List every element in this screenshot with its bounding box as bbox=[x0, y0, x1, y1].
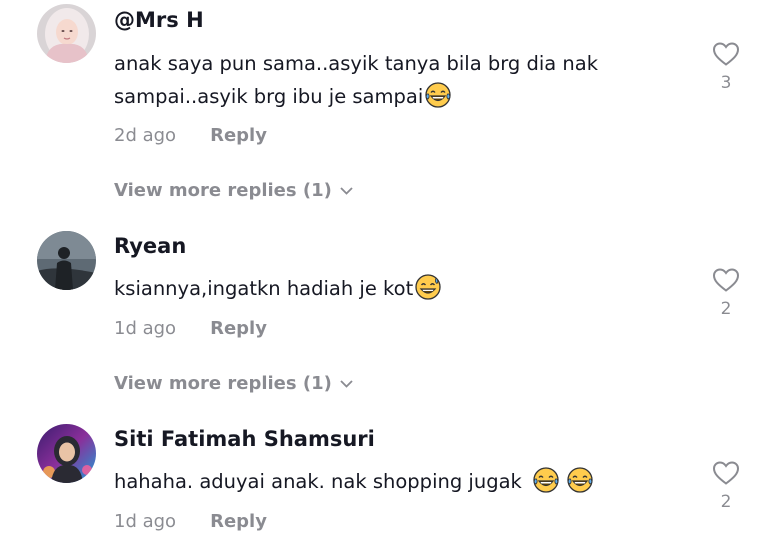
comment-text: anak saya pun sama..asyik tanya bila brg… bbox=[114, 47, 674, 113]
like-count: 2 bbox=[720, 492, 732, 512]
avatar[interactable] bbox=[37, 231, 96, 290]
comment-text-line: anak saya pun sama..asyik tanya bila brg… bbox=[114, 52, 599, 75]
chevron-down-icon bbox=[340, 179, 353, 200]
view-more-replies-label: View more replies (1) bbox=[114, 180, 332, 201]
face-with-tears-of-joy-icon bbox=[532, 466, 560, 494]
comment-meta: 1d ago Reply bbox=[114, 318, 267, 339]
face-with-tears-of-joy-icon bbox=[424, 81, 452, 109]
like-count: 3 bbox=[720, 73, 732, 93]
heart-icon[interactable] bbox=[706, 460, 746, 490]
reply-button[interactable]: Reply bbox=[210, 511, 267, 532]
comment-text-line: hahaha. aduyai anak. nak shopping jugak bbox=[114, 470, 522, 493]
chevron-down-icon bbox=[340, 372, 353, 393]
comment-timestamp: 2d ago bbox=[114, 125, 177, 146]
comment-text: ksiannya,ingatkn hadiah je kot bbox=[114, 272, 674, 305]
comment-meta: 1d ago Reply bbox=[114, 511, 267, 532]
view-more-replies-label: View more replies (1) bbox=[114, 373, 332, 394]
grinning-face-with-sweat-icon bbox=[414, 273, 442, 301]
comment-meta: 2d ago Reply bbox=[114, 125, 267, 146]
like-control: 2 bbox=[706, 267, 746, 319]
heart-icon[interactable] bbox=[706, 267, 746, 297]
avatar[interactable] bbox=[37, 4, 96, 63]
reply-button[interactable]: Reply bbox=[210, 125, 267, 146]
like-control: 3 bbox=[706, 41, 746, 93]
comment-timestamp: 1d ago bbox=[114, 511, 177, 532]
comment-text-line: sampai..asyik brg ibu je sampai bbox=[114, 85, 424, 108]
username[interactable]: Ryean bbox=[114, 234, 186, 258]
avatar[interactable] bbox=[37, 424, 96, 483]
view-more-replies-button[interactable]: View more replies (1) bbox=[114, 179, 353, 201]
comment-timestamp: 1d ago bbox=[114, 318, 177, 339]
username[interactable]: Siti Fatimah Shamsuri bbox=[114, 427, 375, 451]
like-control: 2 bbox=[706, 460, 746, 512]
heart-icon[interactable] bbox=[706, 41, 746, 71]
reply-button[interactable]: Reply bbox=[210, 318, 267, 339]
comment-text: hahaha. aduyai anak. nak shopping jugak bbox=[114, 465, 674, 498]
comment-text-line: ksiannya,ingatkn hadiah je kot bbox=[114, 277, 414, 300]
like-count: 2 bbox=[720, 299, 732, 319]
username[interactable]: @Mrs H bbox=[114, 8, 204, 32]
view-more-replies-button[interactable]: View more replies (1) bbox=[114, 372, 353, 394]
face-with-tears-of-joy-icon bbox=[566, 466, 594, 494]
